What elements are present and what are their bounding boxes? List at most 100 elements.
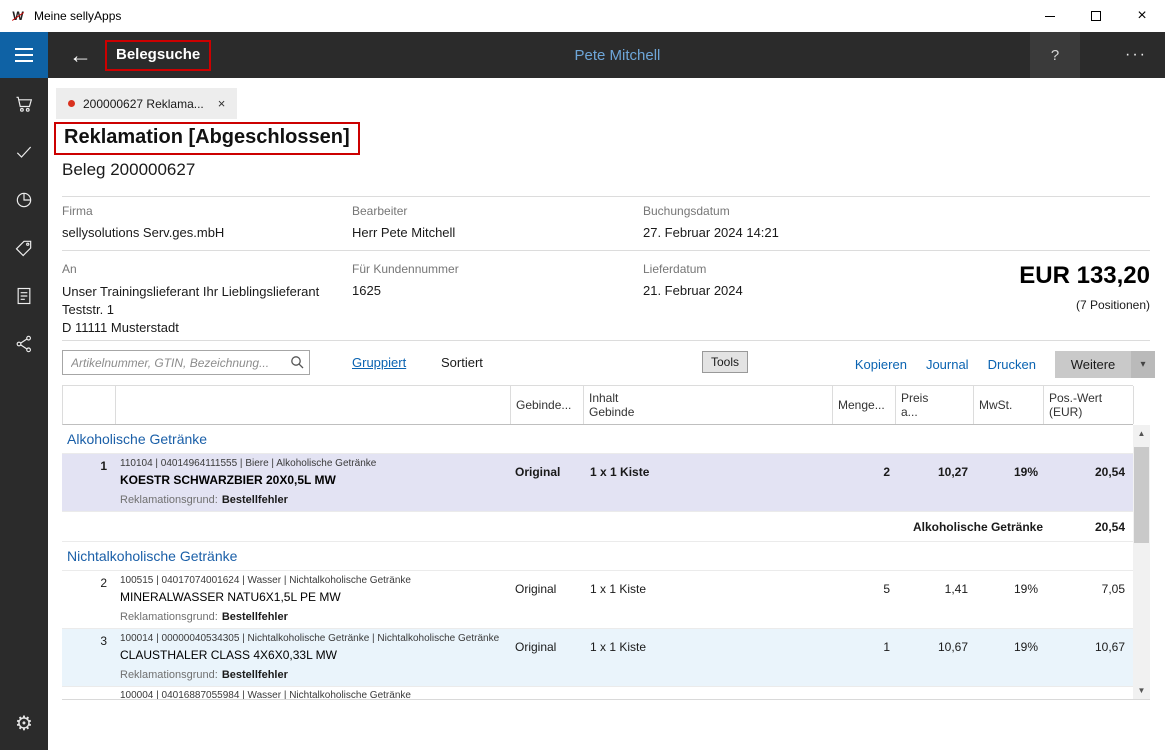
app-logo-icon: W [10, 9, 26, 23]
reason-value: Bestellfehler [222, 611, 288, 623]
reason-row: Reklamationsgrund: Bestellfehler [62, 606, 1133, 629]
col-header-preis[interactable]: Preisa... [896, 386, 974, 424]
drucken-link[interactable]: Drucken [988, 357, 1036, 372]
hamburger-menu-button[interactable] [0, 32, 48, 78]
field-an: An Unser Trainingslieferant Ihr Liebling… [62, 262, 319, 337]
group-header-nichtalkoholisch: Nichtalkoholische Getränke [62, 542, 1133, 571]
cell-wert: 20,54 [1043, 454, 1133, 489]
group-header-alkoholisch: Alkoholische Getränke [62, 425, 1133, 454]
check-icon[interactable] [0, 128, 48, 176]
page-title: Reklamation [Abgeschlossen] [64, 126, 350, 148]
window-controls: × [1027, 0, 1165, 32]
cell-preis: 10,27 [895, 454, 973, 489]
row-description: 100515 | 04017074001624 | Wasser | Nicht… [115, 571, 510, 606]
reason-label: Reklamationsgrund: [120, 494, 218, 506]
tab-document[interactable]: 200000627 Reklama... × [56, 88, 237, 119]
col-header-number[interactable] [63, 386, 116, 424]
row-number: 2 [62, 571, 115, 606]
field-bearbeiter: Bearbeiter Herr Pete Mitchell [352, 204, 455, 240]
breadcrumb[interactable]: Belegsuche [116, 46, 200, 63]
share-icon[interactable] [0, 320, 48, 368]
total-amount: EUR 133,20 [1019, 262, 1150, 290]
scroll-up-button[interactable]: ▲ [1133, 425, 1150, 442]
scroll-down-button[interactable]: ▼ [1133, 682, 1150, 699]
table-row[interactable]: 2 100515 | 04017074001624 | Wasser | Nic… [62, 571, 1133, 606]
user-name[interactable]: Pete Mitchell [575, 47, 661, 64]
col-header-mwst[interactable]: MwSt. [974, 386, 1044, 424]
reason-row: Reklamationsgrund: Bestellfehler [62, 664, 1133, 687]
field-value: sellysolutions Serv.ges.mbH [62, 225, 224, 240]
pie-chart-icon[interactable] [0, 176, 48, 224]
hamburger-icon [15, 48, 33, 50]
help-button[interactable]: ? [1030, 32, 1080, 78]
table-row[interactable]: 3 100014 | 00000040534305 | Nichtalkohol… [62, 629, 1133, 664]
settings-button[interactable]: ⚙ [0, 700, 48, 748]
cell-mwst: 19% [973, 454, 1043, 489]
cell-gebinde: Original [510, 629, 583, 664]
field-label: Für Kundennummer [352, 262, 459, 276]
cell-menge: 5 [832, 571, 895, 606]
article-meta: 100515 | 04017074001624 | Wasser | Nicht… [120, 575, 510, 586]
tab-close-icon[interactable]: × [218, 97, 226, 110]
field-firma: Firma sellysolutions Serv.ges.mbH [62, 204, 224, 240]
col-header-description[interactable] [116, 386, 511, 424]
sortiert-toggle[interactable]: Sortiert [441, 355, 483, 370]
field-label: An [62, 262, 319, 276]
col-header-wert[interactable]: Pos.-Wert(EUR) [1044, 386, 1134, 424]
back-button[interactable]: ← [69, 44, 92, 67]
cart-icon[interactable] [0, 80, 48, 128]
field-label: Lieferdatum [643, 262, 743, 276]
toolbar: Gruppiert Sortiert Tools Kopieren Journa… [62, 348, 1155, 380]
close-button[interactable]: × [1119, 0, 1165, 32]
cell-inhalt: 1 x 1 Kiste [583, 629, 832, 664]
address-line: Teststr. 1 [62, 301, 319, 319]
reason-value: Bestellfehler [222, 669, 288, 681]
article-meta: 110104 | 04014964111555 | Biere | Alkoho… [120, 458, 510, 469]
weitere-dropdown-button[interactable]: Weitere ▾ [1055, 351, 1155, 378]
tools-button[interactable]: Tools [702, 351, 748, 373]
maximize-button[interactable] [1073, 0, 1119, 32]
col-header-gebinde[interactable]: Gebinde... [511, 386, 584, 424]
field-label: Firma [62, 204, 224, 218]
chevron-down-icon: ▾ [1131, 351, 1155, 378]
cell-inhalt: 1 x 1 Kiste [583, 571, 832, 606]
table-row-partial[interactable]: 100004 | 04016887055984 | Wasser | Nicht… [62, 687, 1133, 699]
kopieren-link[interactable]: Kopieren [855, 357, 907, 372]
scrollbar-thumb[interactable] [1134, 447, 1149, 543]
tab-bar: 200000627 Reklama... × [56, 88, 237, 119]
field-value: 21. Februar 2024 [643, 283, 743, 298]
article-name: MINERALWASSER NATU6X1,5L PE MW [120, 590, 510, 604]
subtotal-value: 20,54 [1043, 520, 1133, 534]
window-titlebar: W Meine sellyApps × [0, 0, 1165, 32]
tag-icon[interactable] [0, 224, 48, 272]
separator [62, 250, 1150, 251]
vertical-scrollbar[interactable]: ▲ ▼ [1133, 425, 1150, 699]
field-value: 1625 [352, 283, 459, 298]
col-header-inhalt[interactable]: InhaltGebinde [584, 386, 833, 424]
journal-link[interactable]: Journal [926, 357, 969, 372]
group-subtotal-row: Alkoholische Getränke 20,54 [62, 512, 1133, 542]
window-title: Meine sellyApps [34, 9, 121, 23]
document-number: Beleg 200000627 [62, 160, 195, 180]
gear-icon: ⚙ [15, 714, 33, 734]
search-box [62, 350, 310, 375]
journal-icon[interactable] [0, 272, 48, 320]
more-options-button[interactable]: ··· [1125, 32, 1147, 78]
table-row[interactable]: 1 110104 | 04014964111555 | Biere | Alko… [62, 454, 1133, 489]
search-icon[interactable] [290, 355, 304, 369]
cell-inhalt: 1 x 1 Kiste [583, 454, 832, 489]
col-header-menge[interactable]: Menge... [833, 386, 896, 424]
article-name: KOESTR SCHWARZBIER 20X0,5L MW [120, 473, 510, 487]
row-number: 1 [62, 454, 115, 489]
cell-gebinde: Original [510, 571, 583, 606]
search-input[interactable] [62, 350, 310, 375]
gruppiert-toggle[interactable]: Gruppiert [352, 355, 406, 370]
separator [62, 196, 1150, 197]
title-annotation-box: Reklamation [Abgeschlossen] [54, 122, 360, 155]
cell-preis: 1,41 [895, 571, 973, 606]
positions-count: (7 Positionen) [1076, 298, 1150, 312]
cell-wert: 10,67 [1043, 629, 1133, 664]
minimize-button[interactable] [1027, 0, 1073, 32]
cell-mwst: 19% [973, 629, 1043, 664]
weitere-label: Weitere [1055, 357, 1131, 372]
